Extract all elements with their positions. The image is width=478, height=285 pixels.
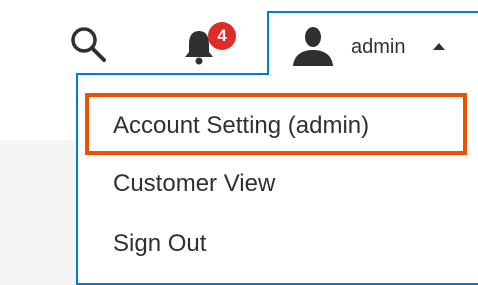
menu-item-sign-out[interactable]: Sign Out (113, 230, 206, 258)
page-background-strip (0, 140, 78, 285)
menu-item-customer-view[interactable]: Customer View (113, 170, 275, 198)
notification-count-badge: 4 (208, 22, 236, 50)
notifications-button[interactable]: 4 (176, 22, 246, 68)
admin-account-toggle[interactable]: admin (267, 11, 478, 75)
admin-username: admin (351, 36, 406, 58)
menu-item-account-setting[interactable]: Account Setting (admin) (113, 112, 369, 140)
user-icon (293, 27, 333, 66)
search-icon[interactable] (66, 22, 110, 66)
caret-up-icon (433, 43, 445, 50)
account-dropdown-menu: Account Setting (admin) Customer View Si… (76, 73, 478, 285)
